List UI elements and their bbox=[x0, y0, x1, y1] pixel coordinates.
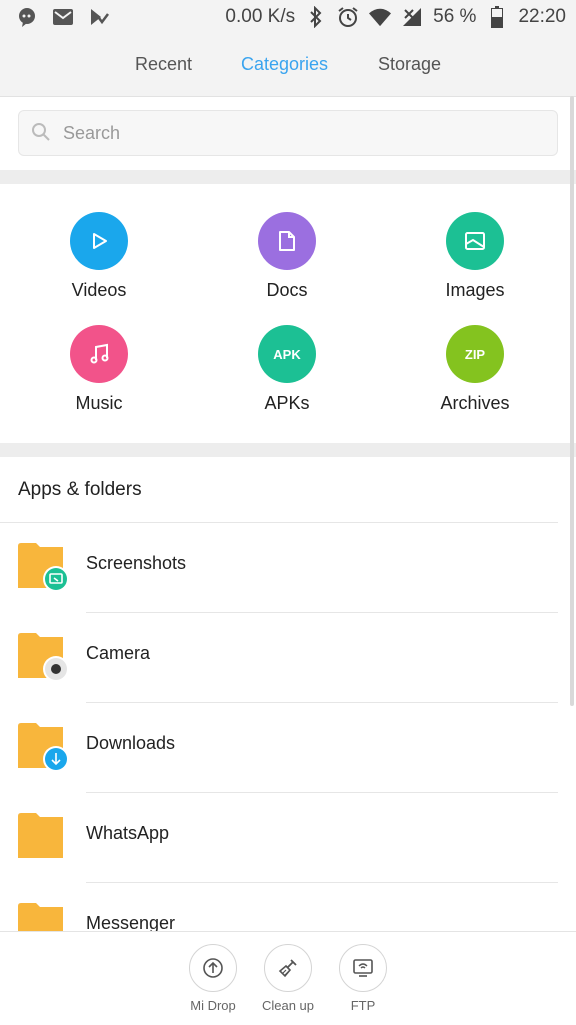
list-item-screenshots[interactable]: Screenshots bbox=[0, 523, 576, 613]
image-icon bbox=[446, 212, 504, 270]
list-item-downloads[interactable]: Downloads bbox=[0, 703, 576, 793]
folder-name: WhatsApp bbox=[86, 823, 170, 843]
battery-percent: 56 % bbox=[433, 6, 477, 27]
button-label: Clean up bbox=[261, 998, 315, 1013]
category-label: Archives bbox=[440, 393, 510, 413]
scrollbar[interactable] bbox=[570, 96, 574, 706]
alarm-icon bbox=[337, 6, 359, 28]
section-divider bbox=[0, 443, 576, 457]
search-section: Search bbox=[0, 97, 576, 170]
document-icon bbox=[258, 212, 316, 270]
ftp-button[interactable]: FTP bbox=[325, 944, 401, 1013]
search-icon bbox=[31, 122, 51, 147]
folder-icon bbox=[18, 543, 70, 598]
wifi-icon bbox=[369, 6, 392, 28]
apk-badge-text: APK bbox=[273, 346, 301, 362]
zip-icon: ZIP bbox=[446, 325, 504, 383]
category-label: Music bbox=[75, 393, 123, 413]
category-grid: Videos Docs Images Music APK APKs ZIP Ar… bbox=[0, 184, 576, 443]
folder-name: Screenshots bbox=[86, 553, 187, 573]
tab-recent[interactable]: Recent bbox=[135, 54, 192, 75]
category-label: Images bbox=[445, 280, 505, 300]
category-music[interactable]: Music bbox=[29, 325, 169, 414]
category-label: Videos bbox=[71, 280, 127, 300]
gmail-icon bbox=[52, 6, 74, 28]
zip-badge-text: ZIP bbox=[464, 346, 486, 362]
download-check-icon bbox=[88, 6, 110, 28]
network-speed: 0.00 K/s bbox=[225, 6, 296, 27]
apk-icon: APK bbox=[258, 325, 316, 383]
folder-icon bbox=[18, 633, 70, 688]
bottom-action-bar: Mi Drop Clean up FTP bbox=[0, 931, 576, 1025]
category-label: Docs bbox=[266, 280, 308, 300]
category-label: APKs bbox=[264, 393, 310, 413]
battery-icon bbox=[486, 6, 508, 28]
section-divider bbox=[0, 170, 576, 184]
music-icon bbox=[70, 325, 128, 383]
brush-icon bbox=[264, 944, 312, 992]
tab-storage[interactable]: Storage bbox=[378, 54, 441, 75]
folder-name: Downloads bbox=[86, 733, 176, 753]
folder-icon bbox=[18, 723, 70, 778]
category-videos[interactable]: Videos bbox=[29, 212, 169, 301]
clock: 22:20 bbox=[518, 6, 566, 27]
mi-drop-button[interactable]: Mi Drop bbox=[175, 944, 251, 1013]
status-bar: 0.00 K/s 56 % 22:20 bbox=[0, 0, 576, 36]
upload-icon bbox=[189, 944, 237, 992]
folder-name: Camera bbox=[86, 643, 151, 663]
ftp-icon bbox=[339, 944, 387, 992]
folder-icon bbox=[18, 813, 70, 868]
signal-icon bbox=[401, 6, 423, 28]
search-input[interactable]: Search bbox=[18, 110, 558, 156]
category-docs[interactable]: Docs bbox=[217, 212, 357, 301]
list-item-camera[interactable]: Camera bbox=[0, 613, 576, 703]
tab-categories[interactable]: Categories bbox=[241, 54, 328, 75]
clean-up-button[interactable]: Clean up bbox=[250, 944, 326, 1013]
list-item-whatsapp[interactable]: WhatsApp bbox=[0, 793, 576, 883]
play-icon bbox=[70, 212, 128, 270]
category-images[interactable]: Images bbox=[405, 212, 545, 301]
section-title: Apps & folders bbox=[18, 479, 142, 500]
chat-icon bbox=[16, 6, 38, 28]
category-apks[interactable]: APK APKs bbox=[217, 325, 357, 414]
tab-bar: Recent Categories Storage bbox=[0, 36, 576, 97]
category-archives[interactable]: ZIP Archives bbox=[405, 325, 545, 414]
search-placeholder: Search bbox=[63, 123, 121, 143]
button-label: Mi Drop bbox=[190, 998, 236, 1013]
bluetooth-icon bbox=[305, 6, 327, 28]
button-label: FTP bbox=[350, 998, 376, 1013]
